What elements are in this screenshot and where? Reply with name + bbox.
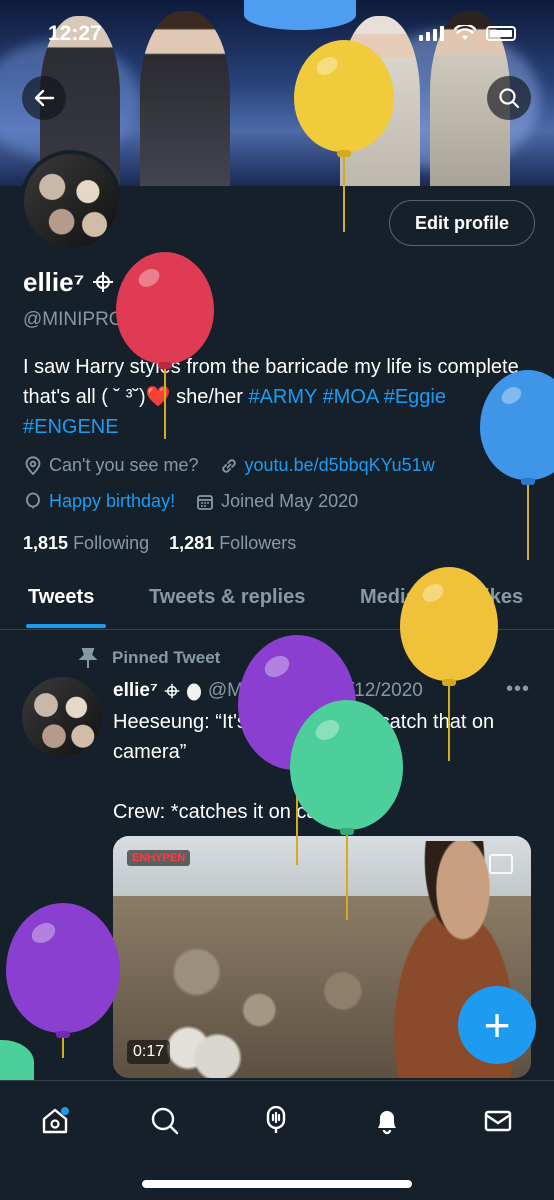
nav-notifications[interactable]: [365, 1099, 409, 1143]
balloon-decoration: [294, 40, 394, 232]
microphone-icon: [266, 1106, 286, 1133]
profile-birthday[interactable]: Happy birthday!: [49, 491, 175, 512]
planet-icon: [164, 683, 180, 699]
profile-meta-row-1: Can't you see me? youtu.be/d5bbqKYu51w: [23, 455, 435, 476]
profile-website-link[interactable]: youtu.be/d5bbqKYu51w: [245, 455, 435, 476]
tab-tweets-replies[interactable]: Tweets & replies: [149, 586, 305, 609]
profile-location: Can't you see me?: [49, 455, 199, 475]
location-pin-icon: [25, 455, 41, 475]
home-indicator: [142, 1180, 412, 1188]
status-time: 12:27: [48, 22, 102, 45]
arrow-left-icon: [34, 89, 55, 107]
captions-icon[interactable]: [489, 854, 513, 874]
profile-meta-row-2: Happy birthday! Joined May 2020: [23, 491, 358, 512]
back-button[interactable]: [22, 76, 66, 120]
plus-icon: +: [483, 999, 511, 1051]
edit-profile-button[interactable]: Edit profile: [389, 200, 535, 246]
balloon-decoration: [290, 700, 403, 920]
tweet-author-name[interactable]: ellie⁷: [113, 680, 158, 702]
nav-search[interactable]: [143, 1099, 187, 1143]
nav-home[interactable]: [33, 1099, 77, 1143]
followers-link[interactable]: 1,281 Followers: [169, 533, 296, 553]
balloon-decoration: [244, 0, 356, 30]
battery-icon: [486, 25, 516, 41]
search-icon: [151, 1107, 179, 1135]
balloon-decoration: [6, 903, 120, 1058]
following-link[interactable]: 1,815 Following: [23, 533, 149, 553]
video-duration: 0:17: [127, 1040, 171, 1064]
cellular-signal-icon: [419, 25, 444, 41]
nav-spaces[interactable]: [254, 1099, 298, 1143]
active-tab-indicator: [26, 624, 106, 628]
more-horizontal-icon[interactable]: •••: [506, 678, 530, 701]
link-icon: [221, 458, 236, 473]
planet-icon: [92, 272, 113, 292]
video-logo: ENHYPEN: [127, 850, 191, 866]
mail-icon: [484, 1110, 512, 1132]
compose-tweet-button[interactable]: +: [458, 986, 536, 1064]
pinned-tweet-label: Pinned Tweet: [78, 647, 220, 669]
balloon-decoration: [480, 370, 554, 560]
profile-bio: I saw Harry styles from the barricade my…: [23, 356, 519, 438]
wifi-icon: [454, 25, 476, 40]
tweet-author-avatar[interactable]: [22, 677, 102, 757]
profile-display-name: ellie⁷: [23, 267, 114, 298]
hashtag-link[interactable]: #ARMY: [248, 386, 317, 408]
profile-joined-date: Joined May 2020: [221, 491, 359, 511]
balloon-decoration: [116, 252, 214, 439]
pin-icon: [78, 648, 98, 668]
profile-avatar[interactable]: [20, 150, 122, 252]
hashtag-link[interactable]: #MOA: [323, 386, 379, 408]
balloon-icon: [26, 492, 40, 508]
tab-tweets[interactable]: Tweets: [28, 586, 94, 609]
nav-messages[interactable]: [476, 1099, 520, 1143]
profile-counts: 1,815 Following 1,281 Followers: [23, 533, 296, 554]
home-icon: [42, 1107, 69, 1134]
search-button[interactable]: [487, 76, 531, 120]
hashtag-link[interactable]: #Eggie: [384, 386, 446, 408]
hashtag-link[interactable]: #ENGENE: [23, 416, 119, 438]
bell-icon: [378, 1111, 396, 1135]
calendar-icon: [197, 494, 213, 510]
egg-icon: [186, 683, 201, 701]
balloon-decoration: [0, 1040, 34, 1085]
balloon-decoration: [400, 567, 498, 761]
search-icon: [499, 88, 520, 109]
